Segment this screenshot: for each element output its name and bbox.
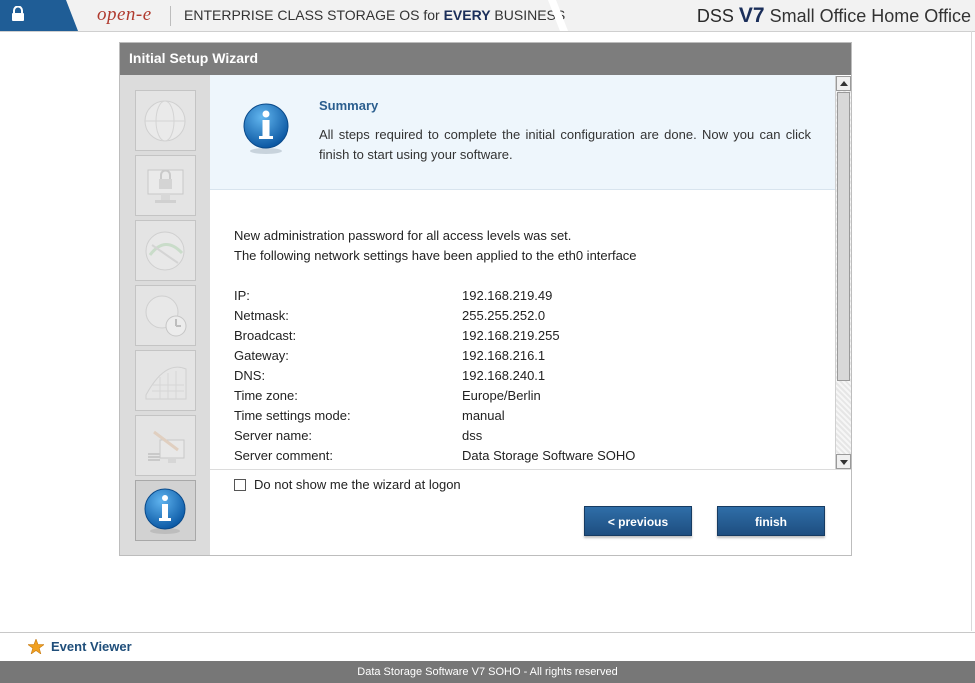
scroll-down-button[interactable] (836, 454, 851, 469)
tagline-bold: EVERY (443, 7, 491, 23)
tagline: ENTERPRISE CLASS STORAGE OS for EVERY BU… (184, 7, 565, 23)
wizard-content: Summary All steps required to complete t… (210, 75, 836, 468)
wizard-title: Initial Setup Wizard (120, 43, 851, 75)
previous-button[interactable]: < previous (584, 506, 692, 536)
settings-row: Server comment: Data Storage Software SOH… (234, 446, 635, 466)
finish-button[interactable]: finish (717, 506, 825, 536)
arrow-down-icon (840, 460, 848, 465)
result-message: New administration password for all acce… (234, 226, 637, 266)
hide-wizard-checkbox[interactable] (234, 478, 246, 491)
product-brand: DSS V7 Small Office Home Office (697, 4, 971, 28)
setting-label: Gateway: (234, 348, 289, 363)
setting-value: 192.168.219.49 (462, 288, 553, 303)
lock-button[interactable] (0, 0, 78, 31)
footer-bar: Data Storage Software V7 SOHO - All righ… (0, 661, 975, 683)
footer-divider (210, 469, 851, 470)
event-viewer-label: Event Viewer (51, 639, 132, 654)
setting-value: 192.168.219.255 (462, 328, 560, 343)
settings-row: Time zone: Europe/Berlin (234, 386, 635, 406)
logo-divider (170, 6, 171, 26)
step-network[interactable] (135, 220, 196, 281)
info-icon (243, 103, 289, 154)
setting-value: Data Storage Software SOHO (462, 448, 636, 463)
star-icon (28, 639, 44, 654)
settings-row: DNS: 192.168.240.1 (234, 366, 635, 386)
server-settings-icon (148, 430, 185, 463)
setting-label: Time settings mode: (234, 408, 351, 423)
message-line-2: The following network settings have been… (234, 248, 637, 263)
setting-value: dss (462, 428, 483, 443)
monitor-lock-icon (147, 169, 184, 203)
hide-wizard-option[interactable]: Do not show me the wizard at logon (234, 477, 461, 492)
settings-row: Netmask: 255.255.252.0 (234, 306, 635, 326)
settings-row: Time settings mode: manual (234, 406, 635, 426)
setting-value: manual (462, 408, 505, 423)
setting-value: 192.168.216.1 (462, 348, 546, 363)
settings-row: Gateway: 192.168.216.1 (234, 346, 635, 366)
message-line-1: New administration password for all acce… (234, 228, 572, 243)
clock-globe-icon (145, 295, 187, 337)
setup-wizard: Initial Setup Wizard Summary All steps r… (119, 42, 852, 556)
setting-value: Europe/Berlin (462, 388, 541, 403)
step-time[interactable] (135, 285, 196, 346)
hide-wizard-label: Do not show me the wizard at logon (254, 477, 461, 492)
settings-list: IP: 192.168.219.49 Netmask: 255.255.252.0 … (234, 286, 635, 466)
setting-value: 255.255.252.0 (462, 308, 546, 323)
setting-label: Server name: (234, 428, 313, 443)
network-globe-icon (145, 231, 185, 271)
page-edge (971, 31, 972, 631)
setting-label: Time zone: (234, 388, 298, 403)
step-summary[interactable] (135, 480, 196, 541)
step-password[interactable] (135, 155, 196, 216)
summary-text: All steps required to complete the initi… (319, 127, 811, 162)
wizard-steps (120, 75, 210, 555)
settings-row: IP: 192.168.219.49 (234, 286, 635, 306)
grid-icon (145, 366, 187, 400)
content-scrollbar[interactable] (835, 76, 851, 469)
tagline-pre: ENTERPRISE CLASS STORAGE OS for (184, 7, 444, 23)
summary-panel: Summary All steps required to complete t… (210, 75, 836, 190)
open-e-logo: open-e (97, 4, 152, 25)
setting-label: Broadcast: (234, 328, 297, 343)
setting-label: Server comment: (234, 448, 333, 463)
setting-value: 192.168.240.1 (462, 368, 546, 383)
step-server[interactable] (135, 415, 196, 476)
arrow-up-icon (840, 81, 848, 86)
product-name: DSS (696, 6, 739, 26)
setting-label: IP: (234, 288, 250, 303)
product-edition: Small Office Home Office (764, 6, 971, 26)
settings-row: Broadcast: 192.168.219.255 (234, 326, 635, 346)
setting-label: Netmask: (234, 308, 289, 323)
event-viewer-link[interactable]: Event Viewer (28, 639, 132, 654)
scroll-thumb[interactable] (837, 92, 850, 381)
info-icon (144, 488, 186, 534)
step-globe[interactable] (135, 90, 196, 151)
settings-row: Server name: dss (234, 426, 635, 446)
bottom-divider (0, 632, 975, 633)
summary-title: Summary (319, 98, 379, 113)
scroll-up-button[interactable] (836, 76, 851, 91)
top-bar: open-e ENTERPRISE CLASS STORAGE OS for E… (0, 0, 975, 32)
setting-label: DNS: (234, 368, 266, 383)
product-version: V7 (738, 4, 765, 27)
step-settings[interactable] (135, 350, 196, 411)
globe-icon (144, 100, 186, 142)
lock-icon (12, 6, 24, 21)
